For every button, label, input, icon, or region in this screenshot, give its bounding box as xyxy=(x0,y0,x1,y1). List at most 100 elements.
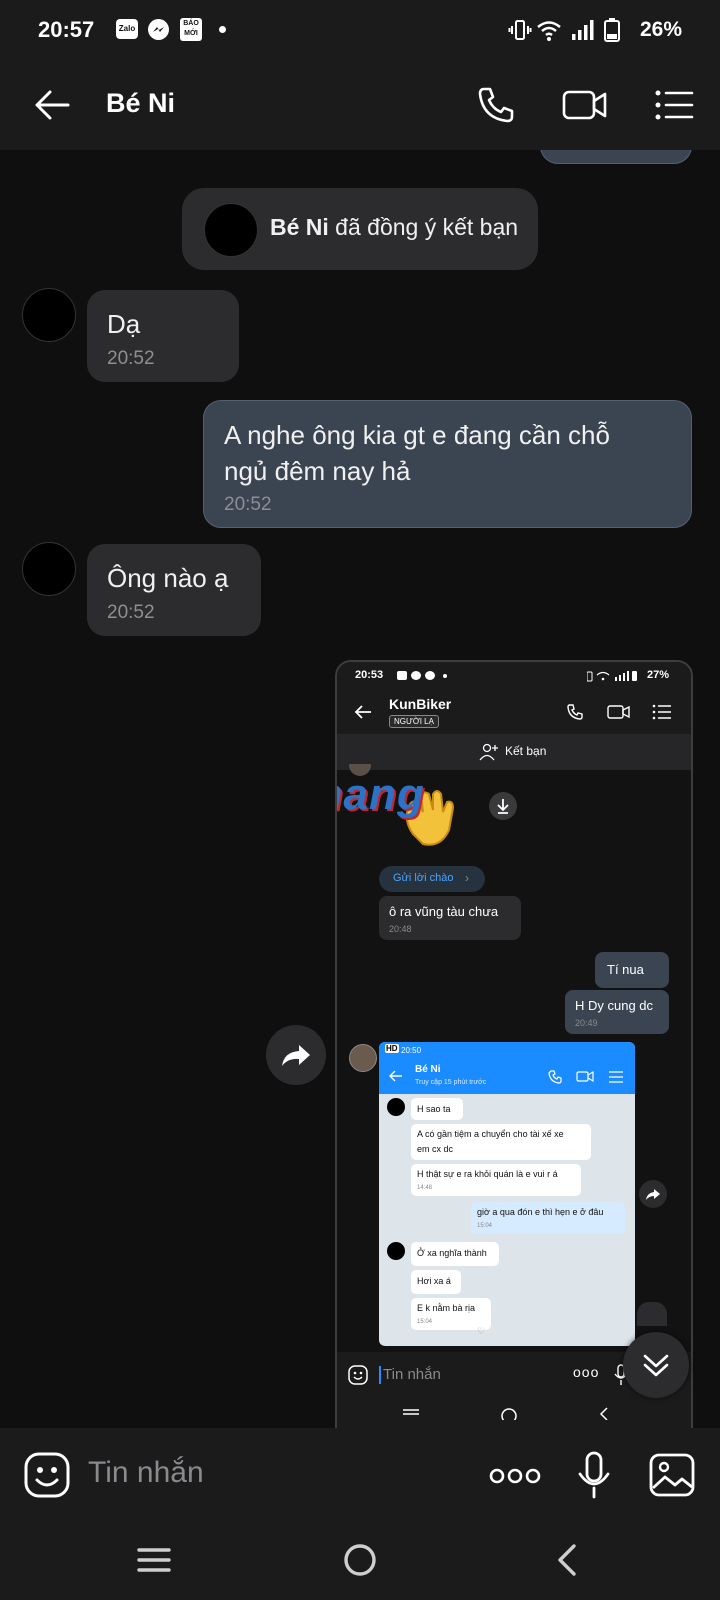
contact-name[interactable]: Bé Ni xyxy=(106,88,175,119)
baomoi-notification-icon: BÁO MỚI xyxy=(180,18,202,41)
inner-phone-icon xyxy=(567,704,583,720)
home-icon[interactable] xyxy=(340,1540,380,1580)
inner-message-text: Tí nua xyxy=(607,962,644,977)
inner-notification-icons xyxy=(443,674,447,678)
more-options-icon[interactable] xyxy=(488,1458,542,1494)
greeting-chip: Gửi lời chào › xyxy=(379,866,485,892)
nested-screenshot-image: HD 20:50 Bé Ni Truy cập 15 phút trước H … xyxy=(379,1042,635,1346)
microphone-icon[interactable] xyxy=(575,1450,613,1500)
nested-message: H thật sự e ra khỏi quán là e vui r á 14… xyxy=(411,1164,581,1196)
shared-screenshot-image[interactable]: 20:53 27% KunBiker NGƯỜI LẠ Kết bạn Rpha xyxy=(335,660,693,1428)
sender-avatar xyxy=(349,1044,377,1072)
zalo-notification-icon: Zalo xyxy=(116,19,138,39)
add-friend-icon xyxy=(479,743,498,761)
dot-icon xyxy=(219,26,226,33)
status-bar: 20:57 Zalo BÁO MỚI 26% xyxy=(0,0,720,60)
inner-battery: 27% xyxy=(647,669,670,681)
nested-avatar xyxy=(387,1242,405,1260)
system-nav-bar xyxy=(0,1520,720,1600)
forward-button[interactable] xyxy=(266,1025,326,1085)
signal-icon xyxy=(572,20,594,40)
add-friend-label: Kết bạn xyxy=(505,744,547,758)
message-time: 20:52 xyxy=(107,602,155,623)
input-placeholder: Tin nhắn xyxy=(88,1456,204,1489)
battery-icon xyxy=(604,18,620,42)
avatar[interactable] xyxy=(22,542,76,596)
nested-message-time: 14:48 xyxy=(417,1185,433,1191)
inner-message: H Dy cung dc 20:49 xyxy=(565,990,669,1034)
chevron-right-icon: › xyxy=(465,871,469,885)
inner-message-time: 20:49 xyxy=(575,1018,598,1028)
inner-emoji-icon xyxy=(348,1365,368,1385)
video-call-icon[interactable] xyxy=(560,80,610,130)
nested-message-text: H thật sự e ra khỏi quán là e vui r á xyxy=(417,1169,558,1179)
inner-notification-icons xyxy=(425,671,435,680)
nested-message-time: 15:04 xyxy=(417,1319,433,1325)
message-time: 20:52 xyxy=(224,494,272,515)
nested-message-text: Ở xa nghĩa thành xyxy=(417,1248,487,1258)
inner-input-placeholder: Tin nhắn xyxy=(383,1366,441,1383)
inner-video-icon xyxy=(607,705,630,719)
nested-message-text: Hơi xa á xyxy=(417,1276,451,1286)
nested-message-time: 15:04 xyxy=(477,1223,493,1229)
notice-name: Bé Ni xyxy=(270,214,329,240)
forward-arrow-icon xyxy=(282,1045,310,1066)
inner-back-icon xyxy=(354,705,371,719)
inner-contact-name: KunBiker xyxy=(389,696,452,712)
back-nav-icon[interactable] xyxy=(548,1540,588,1580)
status-time: 20:57 xyxy=(38,17,95,42)
inner-message-time: 20:48 xyxy=(389,924,412,934)
nested-time: 20:50 xyxy=(401,1046,422,1055)
inner-menu-icon xyxy=(652,704,671,720)
friend-accepted-notice: Bé Ni đã đồng ý kết bạn xyxy=(182,188,538,270)
nested-avatar xyxy=(387,1098,405,1116)
nested-heart-icon: ♡ xyxy=(477,1326,486,1336)
nested-message: A có gần tiệm a chuyển cho tài xế xe em … xyxy=(411,1124,591,1160)
messenger-notification-icon xyxy=(148,19,169,40)
inner-cursor xyxy=(379,1366,381,1384)
inner-more-icon: ooo xyxy=(573,1364,600,1380)
nested-message: H sao ta xyxy=(411,1098,463,1120)
clipped-message-bubble xyxy=(540,150,692,164)
inner-message: ô ra vũng tàu chưa 20:48 xyxy=(379,896,521,940)
inner-signal-icon xyxy=(587,671,637,682)
nested-call-icons xyxy=(548,1070,623,1084)
chat-header: Bé Ni xyxy=(0,60,720,150)
battery-percent: 26% xyxy=(640,18,683,41)
menu-list-icon[interactable] xyxy=(650,80,700,130)
message-list[interactable]: Bé Ni đã đồng ý kết bạn Dạ 20:52 A nghe … xyxy=(0,150,720,1428)
message-text: Dạ xyxy=(107,309,141,339)
nested-hd-badge: HD xyxy=(385,1044,399,1053)
nested-back-icon xyxy=(389,1070,402,1082)
inner-notification-icons xyxy=(411,671,421,680)
message-text: ngủ đêm nay hả xyxy=(224,456,411,486)
inner-message-text: ô ra vũng tàu chưa xyxy=(389,904,499,919)
wifi-icon xyxy=(537,21,561,41)
inner-message-text: H Dy cung dc xyxy=(575,998,654,1013)
message-input-bar: Tin nhắn xyxy=(0,1428,720,1520)
download-icon xyxy=(489,792,517,820)
message-bubble[interactable]: Dạ 20:52 xyxy=(87,290,239,382)
image-gallery-icon[interactable] xyxy=(648,1452,696,1498)
stranger-badge: NGƯỜI LẠ xyxy=(389,715,439,728)
nested-message-text: A có gần tiệm a chuyển cho tài xế xe xyxy=(417,1129,564,1139)
nested-message-text: E k nằm bà rịa xyxy=(417,1303,476,1313)
message-bubble[interactable]: A nghe ông kia gt e đang cần chỗ ngủ đêm… xyxy=(203,400,692,528)
vibrate-icon xyxy=(508,20,532,40)
phone-call-icon[interactable] xyxy=(470,80,520,130)
sticker-emoji-icon[interactable] xyxy=(22,1450,72,1500)
nested-message-text: giờ a qua đón e thì hẹn e ở đâu xyxy=(477,1207,604,1217)
nested-message-text: em cx dc xyxy=(417,1144,454,1154)
inner-nav-icons xyxy=(403,1407,608,1420)
recent-apps-icon[interactable] xyxy=(134,1540,174,1580)
message-text: A nghe ông kia gt e đang cần chỗ xyxy=(224,420,610,450)
inner-message: Tí nua xyxy=(595,952,669,988)
nested-subtitle: Truy cập 15 phút trước xyxy=(415,1079,487,1086)
inner-notification-icons xyxy=(397,671,407,680)
scroll-to-bottom-button[interactable] xyxy=(623,1332,689,1398)
message-bubble[interactable]: Ông nào ạ 20:52 xyxy=(87,544,261,636)
inner-forward-button xyxy=(639,1180,667,1208)
avatar[interactable] xyxy=(22,288,76,342)
double-chevron-down-icon xyxy=(643,1354,669,1377)
back-arrow-icon[interactable] xyxy=(28,80,78,130)
